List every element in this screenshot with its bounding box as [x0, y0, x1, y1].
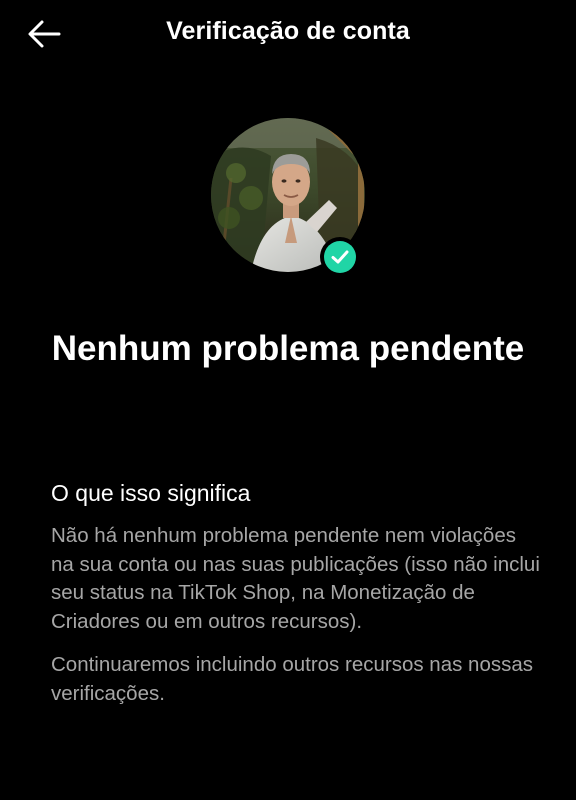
- verified-badge-fill: [324, 241, 356, 273]
- info-paragraph-2: Continuaremos incluindo outros recursos …: [51, 653, 534, 705]
- profile-avatar-container: [211, 118, 365, 277]
- status-heading: Nenhum problema pendente: [51, 329, 525, 368]
- top-bar: Verificação de conta: [0, 0, 576, 68]
- info-heading: O que isso significa: [51, 480, 251, 506]
- info-section: O que isso significa Não há nenhum probl…: [51, 478, 541, 723]
- info-paragraph-1: Não há nenhum problema pendente nem viol…: [51, 524, 540, 633]
- page-title: Verificação de conta: [166, 17, 410, 45]
- check-icon: [331, 250, 349, 264]
- verified-badge: [320, 237, 360, 277]
